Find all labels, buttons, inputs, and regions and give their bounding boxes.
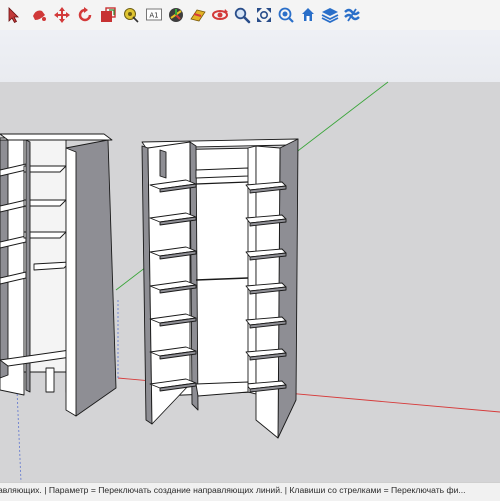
- move-icon[interactable]: [50, 3, 74, 27]
- warehouse-icon[interactable]: [274, 3, 298, 27]
- zoom-icon[interactable]: [230, 3, 254, 27]
- status-text: авляющих. | Параметр = Переключать созда…: [0, 485, 466, 495]
- extension-icon[interactable]: [340, 3, 364, 27]
- scale-icon[interactable]: [96, 3, 120, 27]
- rotate-icon[interactable]: [73, 3, 97, 27]
- text-tool-glyph: A1: [149, 12, 158, 20]
- layers-icon[interactable]: [318, 3, 342, 27]
- zoom-extents-icon[interactable]: [252, 3, 276, 27]
- select-icon[interactable]: [2, 3, 26, 27]
- right-wardrobe[interactable]: [141, 138, 299, 439]
- model-viewport[interactable]: [0, 30, 500, 482]
- status-bar: авляющих. | Параметр = Переключать созда…: [0, 482, 500, 501]
- text-icon[interactable]: A1: [142, 3, 166, 27]
- toolbar: A1: [0, 0, 500, 30]
- pan-icon[interactable]: [296, 3, 320, 27]
- section-plane-icon[interactable]: [186, 3, 210, 27]
- axes-icon[interactable]: [164, 3, 188, 27]
- tape-measure-icon[interactable]: [119, 3, 143, 27]
- paint-bucket-icon[interactable]: [27, 3, 51, 27]
- orbit-icon[interactable]: [208, 3, 232, 27]
- 3d-scene[interactable]: [0, 30, 500, 482]
